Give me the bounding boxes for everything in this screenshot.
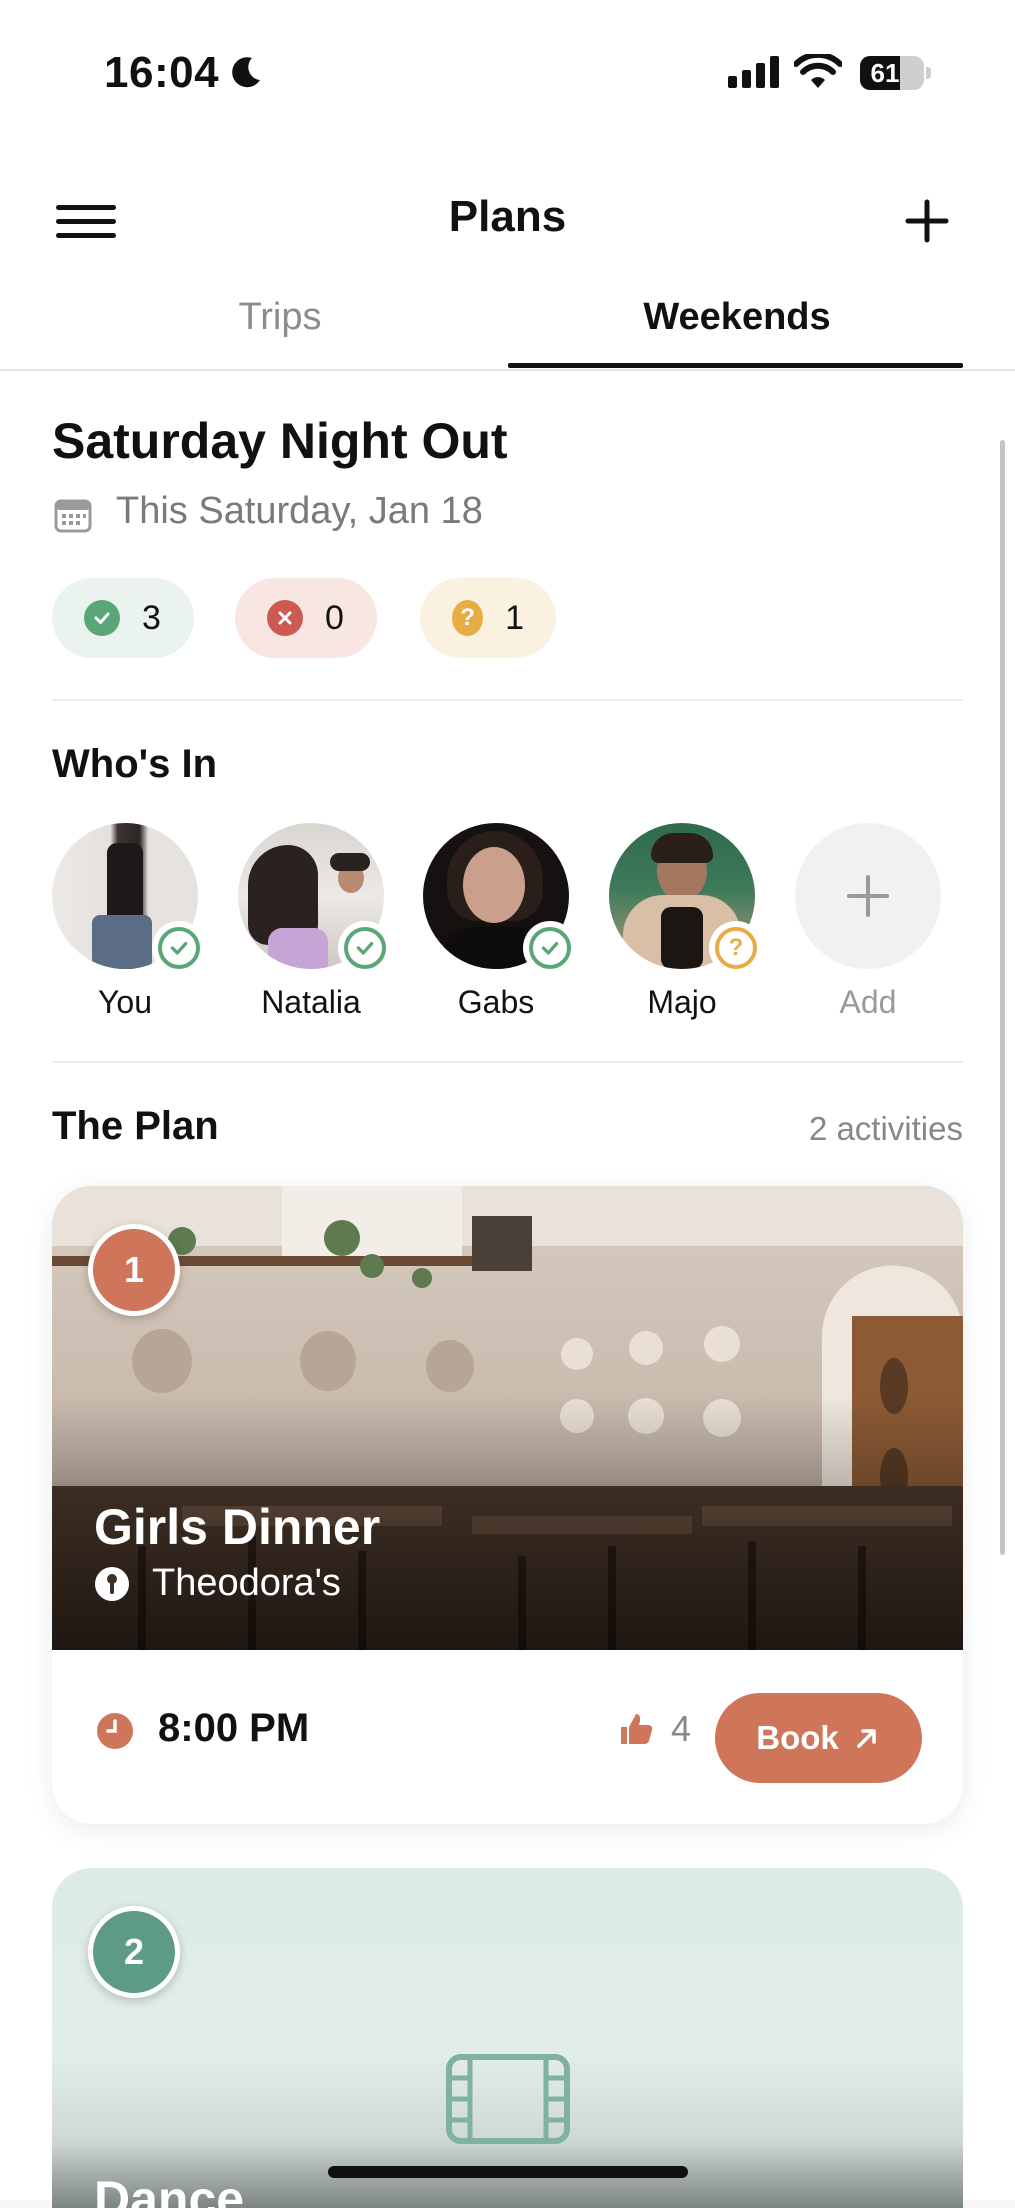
- rsvp-no-value: 0: [325, 598, 344, 637]
- book-button[interactable]: Book: [715, 1693, 922, 1783]
- avatar-gabs[interactable]: [423, 823, 577, 975]
- event-date: This Saturday, Jan 18: [116, 490, 483, 532]
- location-pin-icon: [95, 1566, 129, 1601]
- rsvp-yes-count[interactable]: 3: [52, 578, 194, 658]
- like-button[interactable]: 4: [617, 1708, 691, 1750]
- avatar-you[interactable]: [52, 823, 206, 975]
- rsvp-maybe-value: 1: [505, 598, 524, 637]
- add-person-button[interactable]: [795, 823, 941, 969]
- rsvp-no-count[interactable]: 0: [235, 578, 377, 658]
- signal-icon: [728, 56, 779, 88]
- activity-title: Dance: [94, 2171, 245, 2208]
- book-label: Book: [756, 1719, 839, 1756]
- avatar-name: Gabs: [457, 984, 535, 1020]
- activity-location: Theodora's: [94, 1562, 341, 1605]
- rsvp-yes-value: 3: [142, 598, 161, 637]
- active-tab-indicator: [508, 363, 963, 368]
- page-title: Plans: [448, 192, 567, 241]
- add-plan-button[interactable]: [900, 194, 954, 248]
- going-check-icon: [158, 927, 200, 969]
- activity-card[interactable]: 2 Dance: [52, 1868, 963, 2208]
- moon-icon: [232, 57, 260, 88]
- event-title: Saturday Night Out: [52, 413, 508, 469]
- activity-title: Girls Dinner: [94, 1499, 381, 1555]
- plan-heading: The Plan: [52, 1104, 219, 1148]
- plus-icon: [847, 875, 889, 917]
- maybe-question-icon: ?: [715, 927, 757, 969]
- clock-icon: [97, 1713, 133, 1749]
- whos-in-heading: Who's In: [52, 742, 218, 786]
- activity-count: 2 activities: [808, 1110, 963, 1147]
- avatar-natalia[interactable]: [238, 823, 392, 975]
- calendar-icon: [54, 499, 92, 533]
- rsvp-maybe-count[interactable]: ? 1: [420, 578, 556, 658]
- wifi-icon: [794, 54, 842, 88]
- question-icon: ?: [452, 600, 484, 636]
- activity-footer: 8:00 PM 4 Book: [52, 1650, 963, 1824]
- activity-number-badge: 2: [88, 1906, 180, 1998]
- add-person-label: Add: [839, 984, 897, 1020]
- tab-trips[interactable]: Trips: [60, 296, 500, 339]
- film-icon: [446, 2054, 570, 2144]
- battery-level: 61: [870, 58, 900, 88]
- divider: [52, 699, 963, 701]
- activity-card[interactable]: 1 Girls Dinner Theodora's 8:00 PM 4 Book: [52, 1186, 963, 1824]
- divider: [52, 1061, 963, 1063]
- avatar-majo[interactable]: ?: [609, 823, 763, 975]
- going-check-icon: [529, 927, 571, 969]
- location-name: Theodora's: [152, 1562, 341, 1604]
- avatar-name: Majo: [647, 984, 717, 1020]
- avatar-name: You: [98, 984, 152, 1020]
- home-indicator[interactable]: [328, 2166, 688, 2178]
- going-check-icon: [344, 927, 386, 969]
- tab-weekends[interactable]: Weekends: [517, 296, 957, 339]
- scrollbar[interactable]: [1000, 440, 1005, 1555]
- external-arrow-icon: [857, 1729, 876, 1748]
- like-count: 4: [671, 1708, 692, 1749]
- avatar-name: Natalia: [261, 984, 361, 1020]
- x-icon: [267, 600, 303, 636]
- status-time: 16:04: [104, 48, 220, 97]
- check-icon: [84, 600, 120, 636]
- activity-time: 8:00 PM: [158, 1706, 310, 1750]
- thumbs-up-icon: [621, 1714, 653, 1744]
- battery-icon: 61: [860, 56, 931, 90]
- activity-number-badge: 1: [88, 1224, 180, 1316]
